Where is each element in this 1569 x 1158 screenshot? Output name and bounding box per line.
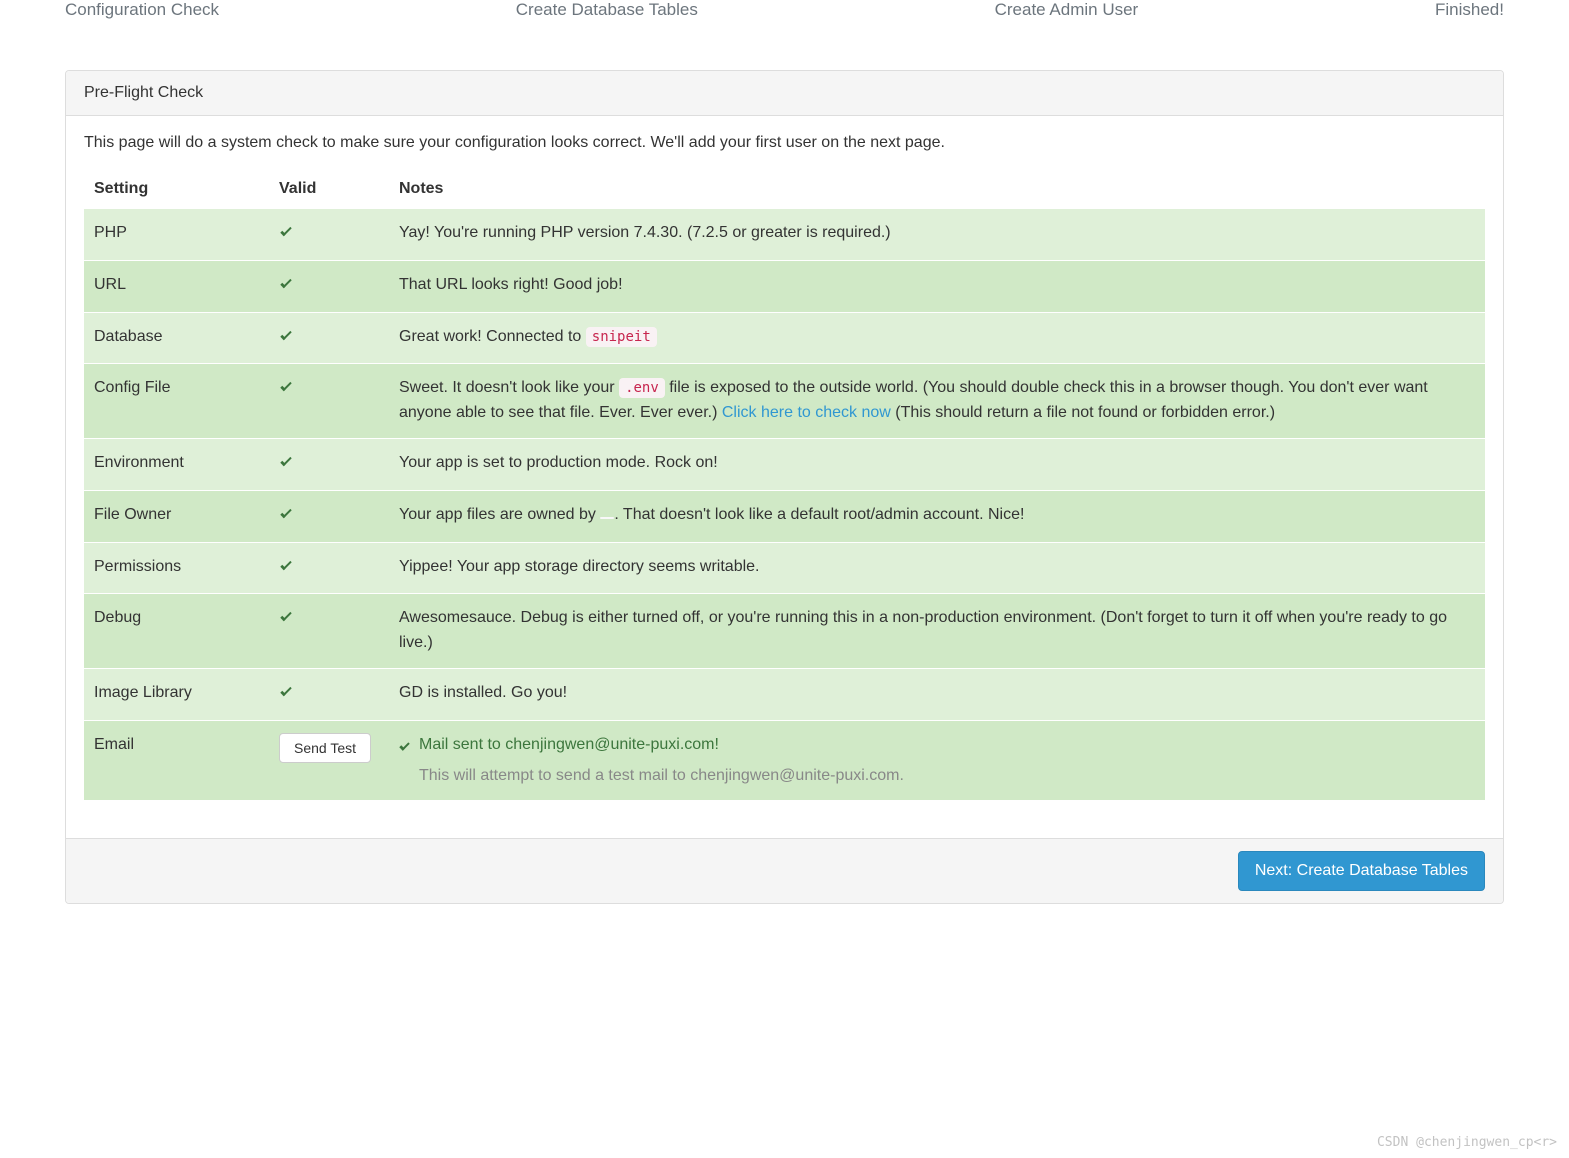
cell-setting: PHP bbox=[84, 209, 269, 261]
check-icon bbox=[279, 325, 297, 343]
table-row: Config File Sweet. It doesn't look like … bbox=[84, 364, 1485, 439]
table-row: Permissions Yippee! Your app storage dir… bbox=[84, 542, 1485, 594]
table-row: Environment Your app is set to productio… bbox=[84, 438, 1485, 490]
cell-setting: File Owner bbox=[84, 490, 269, 542]
panel-footer: Next: Create Database Tables bbox=[66, 838, 1503, 903]
table-row: Database Great work! Connected to snipei… bbox=[84, 312, 1485, 364]
mail-success-label: Mail sent to chenjingwen@unite-puxi.com! bbox=[419, 736, 719, 753]
watermark: CSDN @chenjingwen_cp<r> bbox=[1377, 1135, 1557, 1150]
cell-setting: Permissions bbox=[84, 542, 269, 594]
header-valid: Valid bbox=[269, 170, 389, 209]
cell-valid bbox=[269, 438, 389, 490]
mail-help-text: This will attempt to send a test mail to… bbox=[419, 764, 1475, 789]
cell-notes: Awesomesauce. Debug is either turned off… bbox=[389, 594, 1485, 669]
table-row: Debug Awesomesauce. Debug is either turn… bbox=[84, 594, 1485, 669]
note-text: . That doesn't look like a default root/… bbox=[614, 506, 1024, 523]
check-icon bbox=[279, 221, 297, 239]
cell-notes: GD is installed. Go you! bbox=[389, 668, 1485, 720]
panel-title: Pre-Flight Check bbox=[66, 71, 1503, 116]
table-row: Email Send Test Mail sent to chenjingwen… bbox=[84, 720, 1485, 800]
check-icon bbox=[279, 451, 297, 469]
note-text: (This should return a file not found or … bbox=[891, 404, 1275, 421]
cell-notes: Your app is set to production mode. Rock… bbox=[389, 438, 1485, 490]
cell-valid bbox=[269, 490, 389, 542]
cell-notes: Great work! Connected to snipeit bbox=[389, 312, 1485, 364]
cell-valid bbox=[269, 542, 389, 594]
check-icon bbox=[279, 376, 297, 394]
check-icon bbox=[279, 681, 297, 699]
cell-setting: Environment bbox=[84, 438, 269, 490]
cell-notes: Mail sent to chenjingwen@unite-puxi.com!… bbox=[389, 720, 1485, 800]
cell-valid bbox=[269, 594, 389, 669]
check-icon bbox=[279, 273, 297, 291]
table-row: File Owner Your app files are owned by .… bbox=[84, 490, 1485, 542]
step-label: Finished! bbox=[1435, 0, 1504, 20]
next-button[interactable]: Next: Create Database Tables bbox=[1238, 851, 1485, 891]
cell-notes: That URL looks right! Good job! bbox=[389, 260, 1485, 312]
note-text: Your app files are owned by bbox=[399, 506, 600, 523]
cell-setting: Debug bbox=[84, 594, 269, 669]
check-icon bbox=[279, 555, 297, 573]
step-label: Configuration Check bbox=[65, 0, 219, 20]
cell-valid bbox=[269, 260, 389, 312]
cell-notes: Sweet. It doesn't look like your .env fi… bbox=[389, 364, 1485, 439]
cell-valid: Send Test bbox=[269, 720, 389, 800]
note-text: Sweet. It doesn't look like your bbox=[399, 379, 619, 396]
note-text: Great work! Connected to bbox=[399, 328, 586, 345]
cell-setting: Email bbox=[84, 720, 269, 800]
check-env-link[interactable]: Click here to check now bbox=[722, 404, 891, 421]
check-icon bbox=[279, 606, 297, 624]
send-test-button[interactable]: Send Test bbox=[279, 733, 371, 763]
intro-text: This page will do a system check to make… bbox=[84, 134, 1485, 152]
step-label: Create Database Tables bbox=[516, 0, 698, 20]
cell-setting: Config File bbox=[84, 364, 269, 439]
cell-setting: Database bbox=[84, 312, 269, 364]
check-icon bbox=[279, 503, 297, 521]
cell-notes: Yay! You're running PHP version 7.4.30. … bbox=[389, 209, 1485, 261]
table-row: URL That URL looks right! Good job! bbox=[84, 260, 1485, 312]
code-envfile: .env bbox=[619, 378, 665, 398]
preflight-table: Setting Valid Notes PHP Yay! You're runn… bbox=[84, 170, 1485, 800]
cell-setting: URL bbox=[84, 260, 269, 312]
cell-valid bbox=[269, 312, 389, 364]
cell-setting: Image Library bbox=[84, 668, 269, 720]
table-row: Image Library GD is installed. Go you! bbox=[84, 668, 1485, 720]
panel-body: This page will do a system check to make… bbox=[66, 116, 1503, 818]
step-configuration-check: Configuration Check bbox=[65, 0, 219, 20]
step-label: Create Admin User bbox=[995, 0, 1139, 20]
step-finished: Finished! bbox=[1435, 0, 1504, 20]
code-dbname: snipeit bbox=[586, 327, 657, 347]
preflight-panel: Pre-Flight Check This page will do a sys… bbox=[65, 70, 1504, 904]
table-row: PHP Yay! You're running PHP version 7.4.… bbox=[84, 209, 1485, 261]
step-create-database-tables: Create Database Tables bbox=[516, 0, 698, 20]
wizard-steps: Configuration Check Create Database Tabl… bbox=[0, 0, 1569, 20]
header-notes: Notes bbox=[389, 170, 1485, 209]
cell-notes: Yippee! Your app storage directory seems… bbox=[389, 542, 1485, 594]
cell-valid bbox=[269, 668, 389, 720]
cell-notes: Your app files are owned by . That doesn… bbox=[389, 490, 1485, 542]
file-owner-badge bbox=[600, 517, 614, 519]
cell-valid bbox=[269, 209, 389, 261]
step-create-admin-user: Create Admin User bbox=[995, 0, 1139, 20]
mail-success-text: Mail sent to chenjingwen@unite-puxi.com! bbox=[399, 736, 719, 753]
header-setting: Setting bbox=[84, 170, 269, 209]
check-icon bbox=[399, 738, 415, 752]
cell-valid bbox=[269, 364, 389, 439]
